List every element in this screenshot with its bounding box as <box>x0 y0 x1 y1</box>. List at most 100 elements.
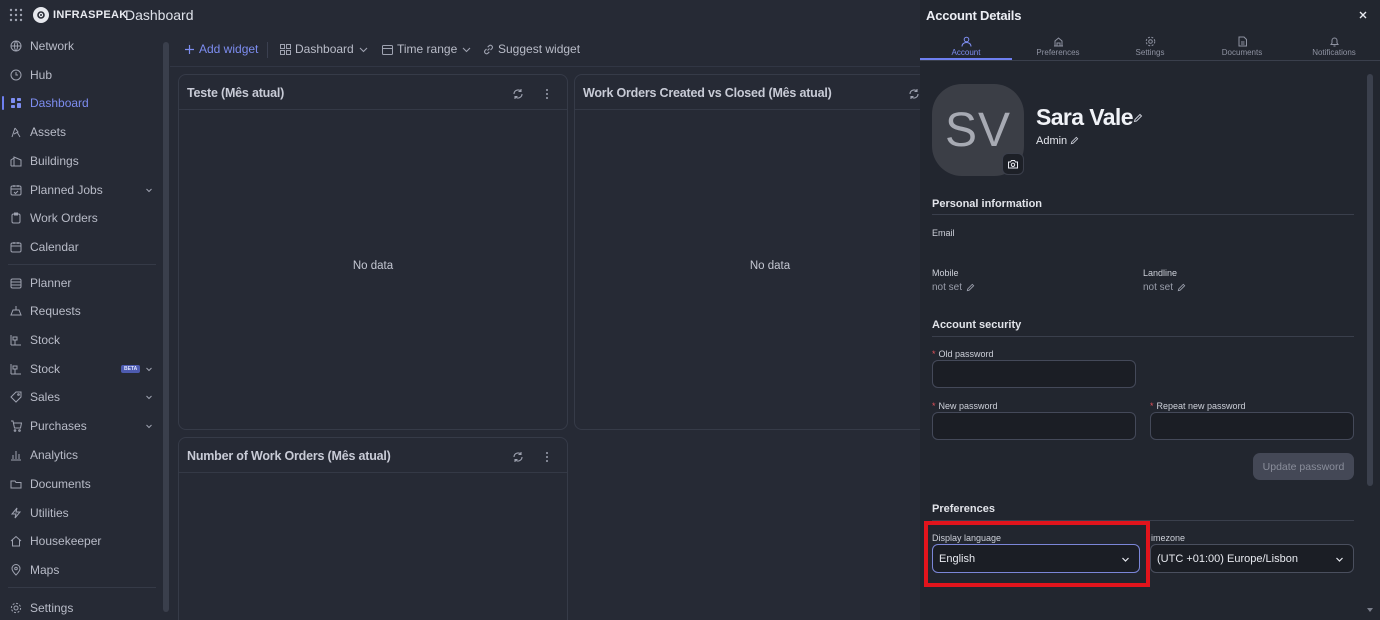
sidebar-divider <box>8 587 156 588</box>
new-password-label-text: New password <box>938 401 998 411</box>
chevron-down-icon <box>461 44 472 55</box>
suggest-widget-button[interactable]: Suggest widget <box>483 42 580 56</box>
refresh-icon[interactable] <box>512 88 524 100</box>
widget-title: Work Orders Created vs Closed (Mês atual… <box>583 86 832 100</box>
chevron-down-icon[interactable] <box>145 365 153 373</box>
sidebar-item-label: Housekeeper <box>30 534 102 548</box>
add-widget-button[interactable]: Add widget <box>184 42 258 56</box>
preferences-heading: Preferences <box>932 503 995 515</box>
camera-icon[interactable] <box>1002 153 1024 175</box>
widget-teste: Teste (Mês atual) No data <box>178 74 568 430</box>
tab-documents[interactable]: Documents <box>1196 32 1288 60</box>
display-language-label: Display language <box>932 533 1002 543</box>
chevron-down-icon[interactable] <box>145 422 153 430</box>
sidebar-item-buildings[interactable]: Buildings <box>0 150 158 172</box>
repeat-password-label: * Repeat new password <box>1150 401 1246 411</box>
timezone-select[interactable]: (UTC +01:00) Europe/Lisbon <box>1150 544 1354 573</box>
more-vertical-icon[interactable] <box>541 88 553 100</box>
sidebar-scrollbar[interactable] <box>163 42 169 612</box>
house-icon <box>10 535 22 547</box>
new-password-input[interactable] <box>932 412 1136 440</box>
sidebar-item-stock[interactable]: Stock <box>0 329 158 351</box>
sidebar-item-stock-beta[interactable]: Stock BETA <box>0 358 158 380</box>
bolt-icon <box>10 507 22 519</box>
pencil-icon[interactable] <box>1133 113 1143 123</box>
landline-value-text: not set <box>1143 282 1174 293</box>
repeat-password-input[interactable] <box>1150 412 1354 440</box>
logo-mark-icon <box>33 7 49 23</box>
sidebar-item-label: Utilities <box>30 506 69 520</box>
user-role: Admin <box>1036 135 1068 147</box>
sidebar-item-utilities[interactable]: Utilities <box>0 502 158 524</box>
sidebar-item-work-orders[interactable]: Work Orders <box>0 207 158 229</box>
sidebar-item-settings[interactable]: Settings <box>0 597 158 619</box>
pencil-icon[interactable] <box>1177 283 1186 292</box>
section-divider <box>932 520 1354 521</box>
panel-tabs: Account Preferences Settings Documents N… <box>920 32 1380 61</box>
tab-account[interactable]: Account <box>920 32 1012 60</box>
clipboard-icon <box>10 212 22 224</box>
sidebar-item-maps[interactable]: Maps <box>0 559 158 581</box>
sidebar-item-hub[interactable]: Hub <box>0 64 158 86</box>
sidebar-item-dashboard[interactable]: Dashboard <box>0 92 158 114</box>
stock-icon <box>10 334 22 346</box>
sidebar-item-documents[interactable]: Documents <box>0 473 158 495</box>
dashboard-dropdown[interactable]: Dashboard <box>280 42 369 56</box>
panel-scrollbar[interactable] <box>1367 74 1373 486</box>
mobile-value[interactable]: not set <box>932 282 975 293</box>
sidebar-item-analytics[interactable]: Analytics <box>0 444 158 466</box>
tab-preferences[interactable]: Preferences <box>1012 32 1104 60</box>
sidebar-item-label: Assets <box>30 125 67 139</box>
account-details-panel: Account Details Account Preferences Sett… <box>920 0 1380 620</box>
more-vertical-icon[interactable] <box>541 451 553 463</box>
sidebar-item-purchases[interactable]: Purchases <box>0 415 158 437</box>
chevron-down-icon[interactable] <box>145 186 153 194</box>
tab-settings[interactable]: Settings <box>1104 32 1196 60</box>
sidebar-item-planner[interactable]: Planner <box>0 272 158 294</box>
top-bar: INFRASPEAK Dashboard <box>0 0 920 30</box>
old-password-input[interactable] <box>932 360 1136 388</box>
sidebar-item-assets[interactable]: Assets <box>0 121 158 143</box>
sidebar-item-label: Dashboard <box>30 96 89 110</box>
display-language-select[interactable]: English <box>932 544 1140 573</box>
tab-notifications[interactable]: Notifications <box>1288 32 1380 60</box>
dashboard-dropdown-label: Dashboard <box>295 42 354 56</box>
chevron-down-icon <box>1121 555 1130 564</box>
scroll-down-arrow-icon[interactable] <box>1366 606 1374 614</box>
sidebar: Network Hub Dashboard Assets Buildings P… <box>0 32 170 620</box>
sidebar-item-label: Analytics <box>30 448 79 462</box>
sidebar-item-label: Purchases <box>30 419 87 433</box>
sidebar-item-planned-jobs[interactable]: Planned Jobs <box>0 179 158 201</box>
dashboard-grid-icon <box>280 43 291 55</box>
pencil-icon[interactable] <box>966 283 975 292</box>
sidebar-item-calendar[interactable]: Calendar <box>0 236 158 258</box>
time-range-dropdown[interactable]: Time range <box>382 42 472 56</box>
app-grid-icon[interactable] <box>8 7 24 23</box>
sidebar-item-housekeeper[interactable]: Housekeeper <box>0 530 158 552</box>
sidebar-item-network[interactable]: Network <box>0 35 158 57</box>
update-password-button[interactable]: Update password <box>1253 453 1354 480</box>
sidebar-item-requests[interactable]: Requests <box>0 300 158 322</box>
calendar-icon <box>10 241 22 253</box>
close-icon[interactable] <box>1356 8 1370 22</box>
section-divider <box>932 336 1354 337</box>
panel-title: Account Details <box>926 8 1022 23</box>
globe-icon <box>10 40 22 52</box>
display-language-value: English <box>939 553 976 565</box>
refresh-icon[interactable] <box>512 451 524 463</box>
account-security-heading: Account security <box>932 319 1022 331</box>
refresh-icon[interactable] <box>908 88 920 100</box>
sidebar-item-sales[interactable]: Sales <box>0 386 158 408</box>
mobile-label: Mobile <box>932 268 959 278</box>
chevron-down-icon[interactable] <box>145 393 153 401</box>
pencil-icon[interactable] <box>1070 136 1079 145</box>
logo[interactable]: INFRASPEAK <box>33 7 128 23</box>
landline-value[interactable]: not set <box>1143 282 1186 293</box>
widget-number-of-work-orders: Number of Work Orders (Mês atual) <box>178 437 568 620</box>
no-data-text: No data <box>352 260 394 272</box>
bell-icon <box>1329 36 1340 47</box>
widget-title: Number of Work Orders (Mês atual) <box>187 449 391 463</box>
user-name: Sara Vale <box>1036 104 1134 130</box>
analytics-icon <box>10 449 22 461</box>
widget-divider <box>179 472 567 473</box>
